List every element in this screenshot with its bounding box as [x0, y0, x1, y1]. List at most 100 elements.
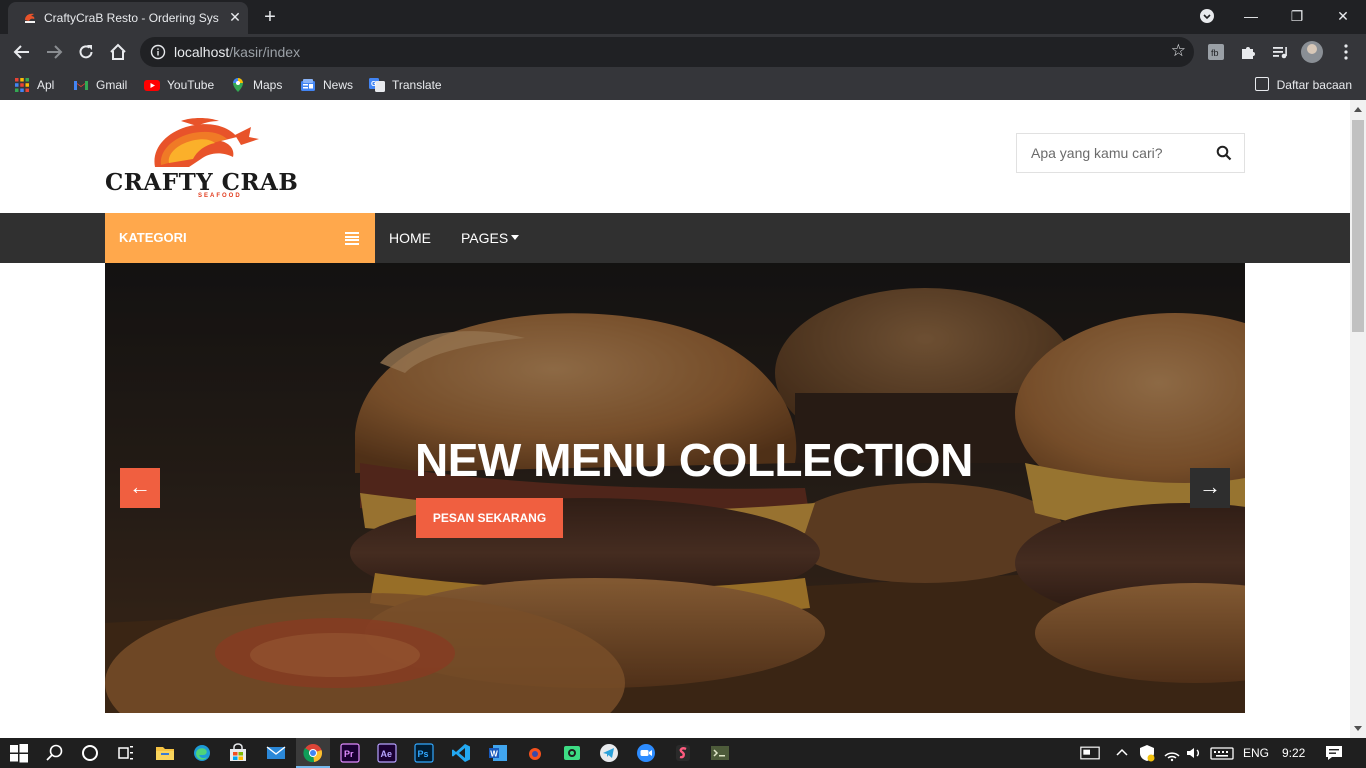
category-label: KATEGORI	[119, 230, 187, 245]
chrome-taskbar-icon[interactable]	[303, 743, 323, 763]
browser-tab-strip: CraftyCraB Resto - Ordering System ✕ + —…	[0, 0, 1366, 34]
maps-icon	[233, 78, 243, 92]
tab-search-icon[interactable]	[1184, 0, 1230, 32]
security-icon[interactable]	[1137, 743, 1157, 763]
telegram-icon[interactable]	[599, 743, 619, 763]
cortana-icon[interactable]	[80, 743, 100, 763]
mail-icon[interactable]	[266, 743, 286, 763]
site-info-icon[interactable]	[150, 44, 166, 60]
svg-text:Ps: Ps	[418, 749, 429, 759]
scroll-up-icon[interactable]	[1354, 107, 1362, 112]
category-menu-button[interactable]: KATEGORI	[105, 213, 375, 263]
hero-headline: NEW MENU COLLECTION	[415, 434, 973, 486]
new-tab-button[interactable]: +	[258, 5, 282, 29]
browser-tab[interactable]: CraftyCraB Resto - Ordering System ✕	[8, 2, 248, 34]
burger-hero-image	[105, 263, 1245, 713]
maximize-button[interactable]: ❐	[1274, 0, 1320, 32]
logo-tagline: SEAFOOD	[198, 193, 242, 199]
language-indicator[interactable]: ENG	[1243, 746, 1269, 760]
crab-claw-icon	[154, 118, 259, 167]
word-icon[interactable]: W	[488, 743, 508, 763]
edge-icon[interactable]	[192, 743, 212, 763]
bookmarks-bar: Apl Gmail YouTube Maps News G Translate …	[0, 70, 1366, 100]
bookmark-label: News	[323, 78, 354, 92]
reading-list-label: Daftar bacaan	[1276, 78, 1352, 92]
file-explorer-icon[interactable]	[155, 743, 175, 763]
premiere-pro-icon[interactable]: Pr	[340, 743, 360, 763]
search-input[interactable]	[1031, 144, 1211, 162]
clock[interactable]: 9:22	[1282, 746, 1305, 760]
site-search	[1016, 133, 1245, 173]
bookmark-label: Apl	[37, 78, 55, 92]
url-text: localhost/kasir/index	[174, 44, 300, 60]
svg-text:G: G	[371, 81, 377, 88]
tab-close-icon[interactable]: ✕	[226, 8, 244, 26]
order-now-button[interactable]: PESAN SEKARANG	[416, 498, 563, 538]
bookmark-label: YouTube	[167, 78, 215, 92]
media-control-icon[interactable]	[1270, 42, 1290, 62]
translate-icon: G	[369, 78, 385, 92]
slider-prev-arrow-icon[interactable]: ←	[120, 468, 160, 508]
youtube-icon	[144, 80, 160, 91]
touch-keyboard-icon[interactable]	[1210, 743, 1234, 763]
nav-pages[interactable]: PAGES	[461, 230, 520, 246]
reading-list-button[interactable]: Daftar bacaan	[1254, 77, 1352, 93]
apps-grid-icon	[15, 78, 29, 92]
main-navbar: KATEGORI HOME PAGES	[0, 213, 1350, 263]
windows-start-icon[interactable]	[9, 743, 29, 763]
zoom-icon[interactable]	[636, 743, 656, 763]
nav-pages-label: PAGES	[461, 230, 509, 246]
slack-like-icon[interactable]	[673, 743, 693, 763]
minimize-button[interactable]: —	[1228, 0, 1274, 32]
windows-taskbar: Pr Ae Ps W ENG 9:22	[0, 738, 1366, 768]
photoshop-icon[interactable]: Ps	[414, 743, 434, 763]
hamburger-icon	[345, 232, 359, 245]
extensions-puzzle-icon[interactable]	[1238, 42, 1258, 62]
search-taskbar-icon[interactable]	[45, 743, 65, 763]
hero-slider: NEW MENU COLLECTION PESAN SEKARANG ← →	[105, 263, 1245, 713]
crafty-crab-logo[interactable]: CRAFTY CRAB SEAFOOD	[105, 117, 298, 199]
volume-icon[interactable]	[1184, 743, 1204, 763]
notifications-icon[interactable]	[1324, 743, 1344, 763]
forward-icon[interactable]	[42, 40, 66, 64]
search-icon[interactable]	[1216, 145, 1232, 161]
tray-chevron-icon[interactable]	[1112, 743, 1132, 763]
app-icon[interactable]	[525, 743, 545, 763]
back-icon[interactable]	[10, 40, 34, 64]
terminal-icon[interactable]	[710, 743, 730, 763]
after-effects-icon[interactable]: Ae	[377, 743, 397, 763]
home-icon[interactable]	[106, 40, 130, 64]
store-icon[interactable]	[228, 743, 248, 763]
chrome-menu-icon[interactable]	[1336, 42, 1356, 62]
crab-favicon-icon	[25, 13, 35, 23]
bookmark-star-icon[interactable]: ☆	[1171, 41, 1186, 61]
reading-list-icon	[1254, 77, 1269, 91]
svg-text:W: W	[490, 750, 498, 759]
address-bar[interactable]: localhost/kasir/index ☆	[140, 37, 1194, 67]
vscode-icon[interactable]	[451, 743, 471, 763]
profile-avatar[interactable]	[1301, 41, 1323, 63]
action-center-keyboard-icon[interactable]	[1080, 743, 1100, 763]
url-host: localhost	[174, 44, 230, 60]
extension-icon[interactable]: fb	[1206, 42, 1226, 62]
web-page: CRAFTY CRAB SEAFOOD KATEGORI HOME PAGES	[0, 100, 1350, 738]
news-icon	[301, 79, 315, 91]
bookmark-label: Translate	[392, 78, 442, 92]
reload-icon[interactable]	[74, 40, 98, 64]
slider-next-arrow-icon[interactable]: →	[1190, 468, 1230, 508]
gmail-icon	[74, 81, 88, 90]
nav-home[interactable]: HOME	[389, 230, 431, 246]
svg-text:Pr: Pr	[344, 749, 354, 759]
tab-title: CraftyCraB Resto - Ordering System	[44, 11, 219, 25]
bookmark-label: Gmail	[96, 78, 128, 92]
scrollbar-thumb[interactable]	[1352, 120, 1364, 332]
wifi-icon[interactable]	[1162, 743, 1182, 763]
bookmark-label: Maps	[253, 78, 283, 92]
svg-text:Ae: Ae	[381, 749, 393, 759]
caret-down-icon	[511, 235, 520, 240]
scroll-down-icon[interactable]	[1354, 726, 1362, 731]
android-studio-icon[interactable]	[562, 743, 582, 763]
close-window-button[interactable]: ✕	[1320, 0, 1366, 32]
page-scrollbar[interactable]	[1350, 100, 1366, 738]
task-view-icon[interactable]	[116, 743, 136, 763]
